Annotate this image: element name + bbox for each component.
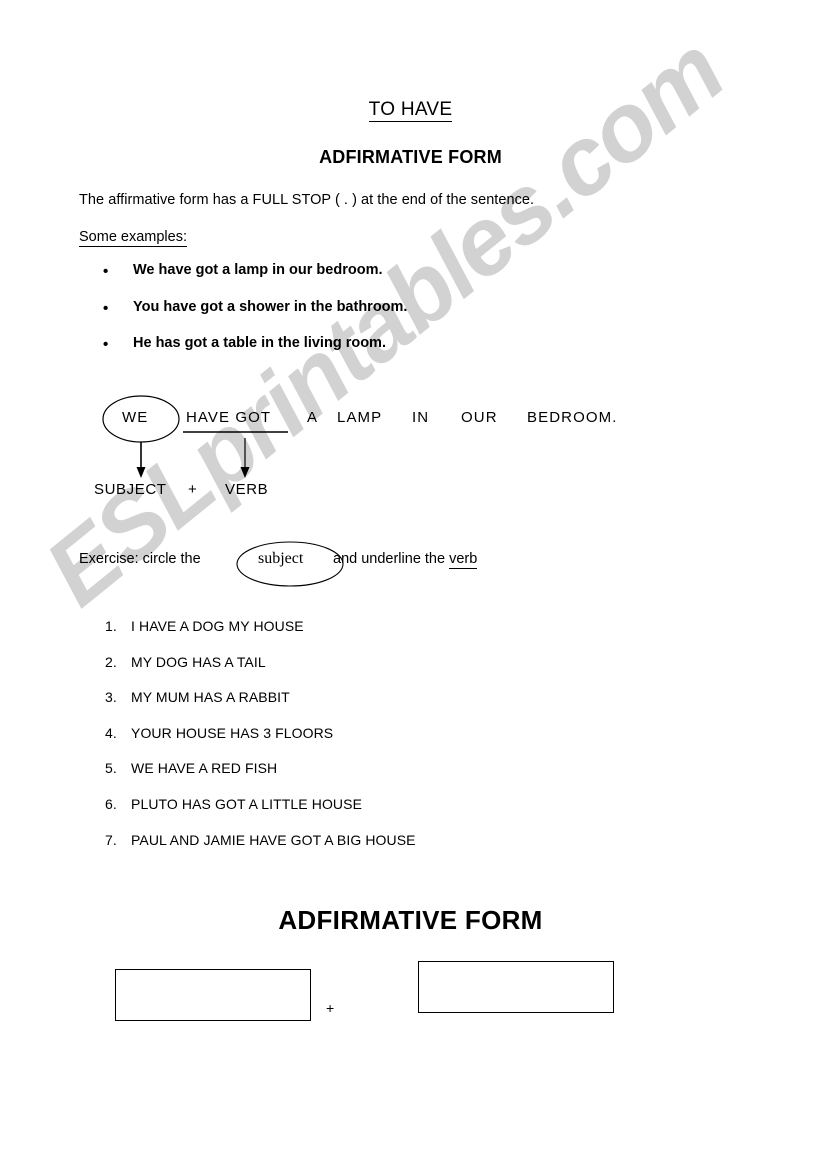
list-item-label: MY DOG HAS A TAIL: [131, 653, 266, 670]
sentence-structure-diagram: WE HAVE GOT A LAMP IN OUR BEDROOM. SUBJE…: [0, 383, 821, 513]
list-item[interactable]: 3. MY MUM HAS A RABBIT: [105, 689, 705, 725]
diagram-word-our: OUR: [461, 409, 498, 426]
examples-list: • We have got a lamp in our bedroom. • Y…: [103, 262, 663, 373]
list-item-label: PAUL AND JAMIE HAVE GOT A BIG HOUSE: [131, 831, 416, 848]
section-heading-adfirmative-form: ADFIRMATIVE FORM: [319, 147, 502, 167]
list-item-number: 7.: [105, 831, 117, 848]
exercise-suffix-plain: and underline the: [333, 551, 450, 567]
page-title: TO HAVE: [0, 99, 821, 122]
list-item-label: I HAVE A DOG MY HOUSE: [131, 618, 304, 634]
exercise-instruction-prefix: Exercise: circle the: [79, 551, 201, 567]
answer-box-verb[interactable]: [418, 961, 614, 1013]
diagram-word-verb: HAVE GOT: [186, 409, 272, 426]
diagram-word-subject: WE: [122, 409, 149, 426]
exercise-circled-word: subject: [258, 550, 304, 567]
list-item-label: You have got a shower in the bathroom.: [133, 298, 408, 315]
list-item: • We have got a lamp in our bedroom.: [103, 262, 663, 300]
list-item-label: WE HAVE A RED FISH: [131, 760, 278, 777]
exercise-instruction-suffix: and underline the verb: [333, 551, 478, 569]
answer-box-plus-sign: +: [326, 1000, 335, 1016]
subject-arrow-head: [136, 467, 146, 478]
exercise-suffix-underlined: verb: [449, 551, 478, 569]
list-item-number: 5.: [105, 760, 117, 777]
list-item-number: 6.: [105, 795, 117, 812]
list-item-number: 4.: [105, 724, 117, 741]
bullet-icon: •: [103, 263, 109, 280]
diagram-word-bedroom: BEDROOM.: [527, 409, 618, 426]
intro-paragraph: The affirmative form has a FULL STOP ( .…: [79, 192, 535, 208]
worksheet-content: TO HAVE ADFIRMATIVE FORM The affirmative…: [0, 0, 821, 1169]
list-item-number: 1.: [105, 618, 117, 634]
bullet-icon: •: [103, 299, 109, 317]
list-item-label: We have got a lamp in our bedroom.: [133, 262, 383, 278]
exercise-instruction: Exercise: circle the subject and underli…: [0, 535, 821, 595]
examples-heading: Some examples:: [79, 229, 187, 247]
diagram-label-subject: SUBJECT: [94, 481, 167, 498]
bottom-heading-adfirmative-form: ADFIRMATIVE FORM: [278, 905, 543, 935]
list-item[interactable]: 4. YOUR HOUSE HAS 3 FLOORS: [105, 725, 705, 761]
list-item-number: 3.: [105, 689, 117, 706]
list-item[interactable]: 7. PAUL AND JAMIE HAVE GOT A BIG HOUSE: [105, 832, 705, 868]
list-item[interactable]: 5. WE HAVE A RED FISH: [105, 760, 705, 796]
diagram-word-a: A: [307, 409, 319, 426]
diagram-word-lamp: LAMP: [337, 409, 383, 426]
list-item[interactable]: 1. I HAVE A DOG MY HOUSE: [105, 618, 705, 654]
list-item-label: MY MUM HAS A RABBIT: [131, 689, 290, 706]
list-item-label: He has got a table in the living room.: [133, 335, 386, 351]
diagram-label-verb: VERB: [225, 481, 269, 498]
list-item[interactable]: 2. MY DOG HAS A TAIL: [105, 654, 705, 690]
list-item: • He has got a table in the living room.: [103, 335, 663, 373]
diagram-label-plus: +: [188, 481, 198, 498]
list-item: • You have got a shower in the bathroom.: [103, 298, 663, 337]
list-item-label: PLUTO HAS GOT A LITTLE HOUSE: [131, 795, 363, 812]
list-item[interactable]: 6. PLUTO HAS GOT A LITTLE HOUSE: [105, 796, 705, 832]
bullet-icon: •: [103, 336, 109, 353]
answer-box-subject[interactable]: [115, 969, 311, 1021]
list-item-label: YOUR HOUSE HAS 3 FLOORS: [131, 724, 334, 741]
diagram-word-in: IN: [412, 409, 430, 426]
page-title-text: TO HAVE: [368, 99, 453, 122]
worksheet-page: ESLprintables.com TO HAVE ADFIRMATIVE FO…: [0, 0, 821, 1169]
examples-heading-text: Some examples:: [79, 229, 187, 247]
exercise-sentence-list: 1. I HAVE A DOG MY HOUSE 2. MY DOG HAS A…: [105, 618, 705, 867]
list-item-number: 2.: [105, 653, 117, 670]
verb-arrow-head: [240, 467, 250, 478]
